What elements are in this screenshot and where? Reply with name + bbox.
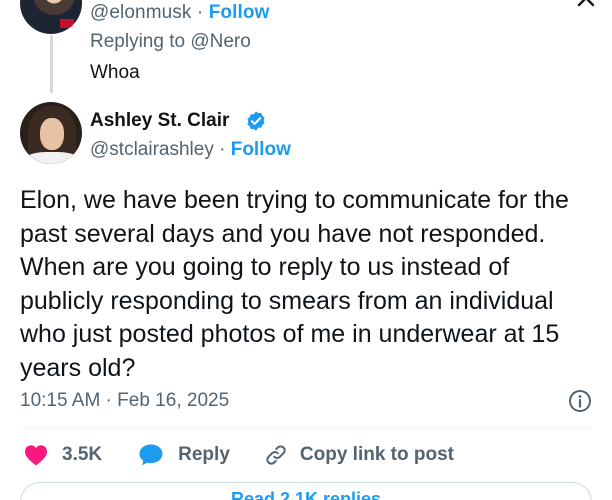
close-icon[interactable]: [574, 0, 598, 10]
avatar-shirt: [24, 152, 80, 164]
like-button[interactable]: 3.5K: [20, 444, 102, 466]
thread-connector: [50, 35, 53, 93]
reply-label: Reply: [178, 444, 230, 465]
replying-to[interactable]: Replying to @Nero: [90, 31, 251, 53]
divider: [20, 427, 592, 428]
heart-icon: [25, 445, 47, 466]
read-replies-button[interactable]: Read 2.1K replies: [20, 482, 592, 500]
author-handle[interactable]: @stclairashley: [90, 139, 214, 160]
author-name[interactable]: Ashley St. Clair: [90, 110, 229, 132]
previous-reply-text: Whoa: [90, 62, 140, 83]
flag-badge: [60, 19, 74, 28]
avatar-face: [40, 118, 64, 150]
verified-icon: [247, 111, 265, 131]
previous-reply-handle[interactable]: @elonmusk: [90, 2, 192, 23]
reply-bubble-icon: [139, 444, 163, 466]
separator: ·: [191, 2, 209, 23]
tweet-text: Elon, we have been trying to communicate…: [20, 186, 569, 382]
follow-button-stclairashley[interactable]: Follow: [231, 139, 291, 160]
copy-link-button[interactable]: Copy link to post: [230, 443, 454, 467]
separator: ·: [213, 139, 231, 160]
reply-button[interactable]: Reply: [102, 443, 230, 467]
action-bar: 3.5K Reply Copy link to post: [20, 442, 454, 468]
info-icon[interactable]: [568, 389, 592, 413]
like-count: 3.5K: [62, 444, 103, 465]
link-icon: [266, 445, 286, 465]
avatar-stclairashley[interactable]: [20, 102, 82, 164]
author-handle-line: @stclairashley · Follow: [90, 139, 291, 161]
tweet-timestamp[interactable]: 10:15 AM · Feb 16, 2025: [20, 390, 229, 412]
copy-link-label: Copy link to post: [299, 444, 454, 465]
follow-button-elonmusk[interactable]: Follow: [209, 2, 270, 23]
previous-reply-header: @elonmusk · Follow: [90, 2, 269, 24]
avatar-elonmusk[interactable]: [20, 0, 82, 34]
